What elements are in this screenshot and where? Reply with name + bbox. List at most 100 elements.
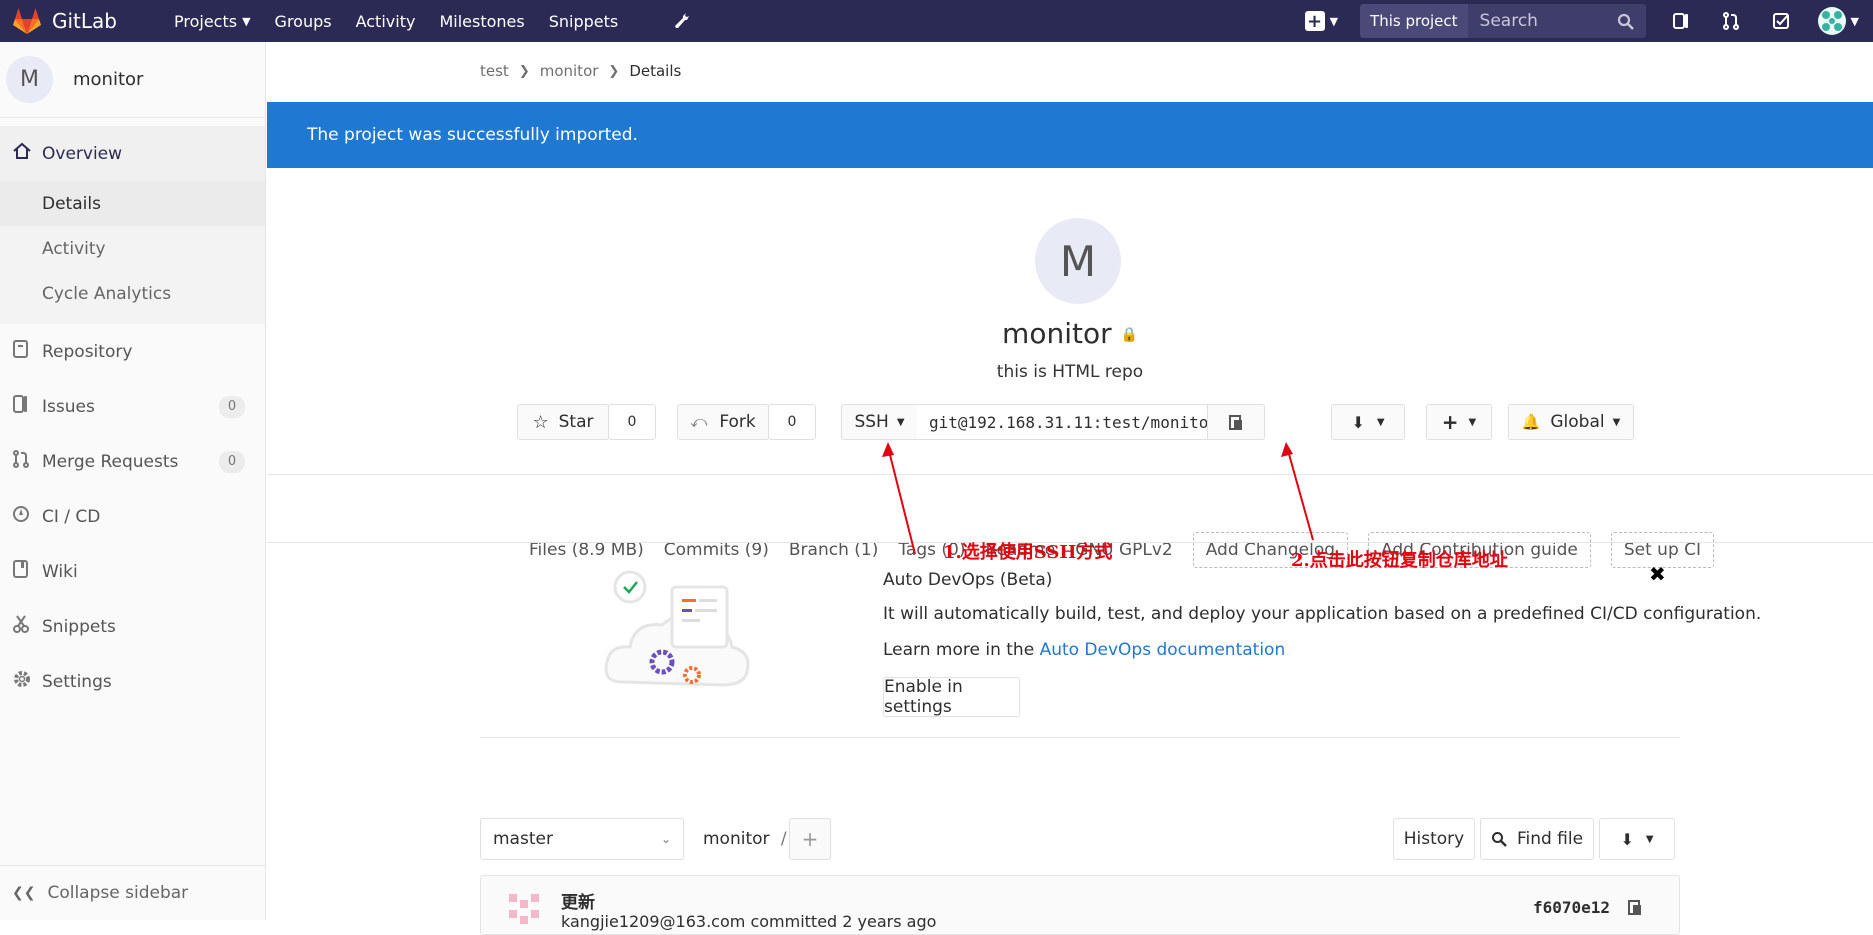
star-icon: ☆ <box>532 411 549 433</box>
star-button[interactable]: ☆ Star <box>517 404 609 440</box>
clone-protocol-dropdown[interactable]: SSH ▼ <box>841 404 918 440</box>
fork-label: Fork <box>719 412 756 432</box>
find-file-label: Find file <box>1516 829 1584 849</box>
sidebar-item-snippets[interactable]: Snippets <box>0 599 265 654</box>
add-dropdown[interactable]: + ▼ <box>1426 404 1492 440</box>
search-input[interactable]: Search <box>1467 4 1646 38</box>
user-menu[interactable]: ▼ <box>1817 7 1859 35</box>
nav-milestones[interactable]: Milestones <box>427 0 536 42</box>
issues-icon <box>12 394 34 419</box>
nav-snippets[interactable]: Snippets <box>537 0 631 42</box>
repo-path: monitor / <box>703 829 787 849</box>
stat-commits[interactable]: Commits (9) <box>664 540 769 560</box>
plus-icon: + <box>1304 11 1325 32</box>
sidebar-item-issues[interactable]: Issues 0 <box>0 379 265 434</box>
chevron-right-icon: ❯ <box>608 63 620 79</box>
merge-request-icon <box>12 449 34 474</box>
new-dropdown-button[interactable]: + ▼ <box>1304 11 1338 32</box>
commit-author[interactable]: kangjie1209@163.com <box>561 912 745 931</box>
lock-icon: 🔒 <box>1120 327 1138 343</box>
breadcrumb-link-test[interactable]: test <box>480 62 509 80</box>
search-placeholder: Search <box>1479 11 1538 31</box>
commit-action: committed <box>750 912 838 931</box>
last-commit-panel: 更新 kangjie1209@163.com committed 2 years… <box>480 875 1680 935</box>
sidebar-item-wiki[interactable]: Wiki <box>0 544 265 599</box>
admin-wrench-icon[interactable] <box>660 0 702 42</box>
sidebar-project-header[interactable]: M monitor <box>0 42 265 118</box>
close-icon[interactable]: ✖ <box>1649 562 1666 586</box>
notification-dropdown[interactable]: 🔔 Global ▼ <box>1508 404 1634 440</box>
branch-selector[interactable]: master ⌄ <box>480 818 684 860</box>
download-icon: ⬇ <box>1351 412 1365 432</box>
auto-devops-title: Auto DevOps (Beta) <box>883 570 1053 590</box>
brand-name: GitLab <box>52 9 117 33</box>
history-button[interactable]: History <box>1393 818 1475 860</box>
search-icon <box>1617 13 1634 30</box>
stat-branch[interactable]: Branch (1) <box>789 540 878 560</box>
sidebar-subitem-cycle-analytics[interactable]: Cycle Analytics <box>0 271 265 316</box>
plus-icon: + <box>801 827 819 851</box>
merge-requests-count-badge: 0 <box>219 450 245 473</box>
project-stats: Files (8.9 MB) Commits (9) Branch (1) Ta… <box>529 532 1734 568</box>
sidebar-item-label: CI / CD <box>42 506 101 527</box>
learn-more-prefix: Learn more in the <box>883 640 1040 660</box>
breadcrumb-current: Details <box>629 62 682 80</box>
commit-message[interactable]: 更新 <box>561 888 595 913</box>
search-scope-badge[interactable]: This project <box>1360 4 1468 38</box>
nav-projects[interactable]: Projects ▼ <box>162 0 263 42</box>
scissors-icon <box>12 614 34 639</box>
sidebar-item-label: Overview <box>42 143 123 164</box>
sidebar-item-settings[interactable]: Settings <box>0 654 265 709</box>
copy-url-button[interactable] <box>1207 404 1265 440</box>
nav-groups[interactable]: Groups <box>263 0 344 42</box>
find-file-button[interactable]: Find file <box>1480 818 1594 860</box>
sidebar-item-label: Repository <box>42 341 133 362</box>
gitlab-logo[interactable]: GitLab <box>12 7 152 35</box>
project-title: monitor 🔒 <box>267 317 1873 350</box>
sidebar-item-overview[interactable]: Overview <box>0 126 265 181</box>
book-icon <box>12 559 34 584</box>
top-navbar: GitLab Projects ▼ Groups Activity Milesto… <box>0 0 1873 42</box>
sidebar-item-merge-requests[interactable]: Merge Requests 0 <box>0 434 265 489</box>
todos-icon[interactable] <box>1768 8 1794 34</box>
repo-download-dropdown[interactable]: ⬇ ▼ <box>1599 818 1675 860</box>
chevron-down-icon: ▼ <box>1850 14 1859 28</box>
repo-path-root[interactable]: monitor <box>703 829 770 849</box>
breadcrumb: test ❯ monitor ❯ Details <box>480 62 681 80</box>
issues-icon[interactable] <box>1668 8 1694 34</box>
auto-devops-illustration <box>602 567 762 707</box>
collapse-sidebar-button[interactable]: ❮❮ Collapse sidebar <box>0 865 266 920</box>
breadcrumb-link-monitor[interactable]: monitor <box>540 62 599 80</box>
enable-in-settings-button[interactable]: Enable in settings <box>883 677 1020 717</box>
sidebar-item-ci-cd[interactable]: CI / CD <box>0 489 265 544</box>
clipboard-icon <box>1229 415 1242 430</box>
nav-activity[interactable]: Activity <box>344 0 428 42</box>
stat-files[interactable]: Files (8.9 MB) <box>529 540 644 560</box>
sidebar-subitem-details[interactable]: Details <box>0 181 265 226</box>
copy-sha-button[interactable] <box>1627 898 1643 921</box>
project-sidebar: M monitor Overview Details Activity Cycl… <box>0 42 266 920</box>
star-count[interactable]: 0 <box>608 404 656 440</box>
sidebar-item-label: Wiki <box>42 561 78 582</box>
caret-down-icon: ▼ <box>1376 416 1385 428</box>
add-to-tree-button[interactable]: + <box>789 818 831 860</box>
gitlab-fox-icon <box>13 8 41 34</box>
project-description: this is HTML repo <box>996 362 1144 382</box>
sidebar-item-repository[interactable]: Repository <box>0 324 265 379</box>
fork-icon: ⤺ <box>690 412 708 431</box>
auto-devops-docs-link[interactable]: Auto DevOps documentation <box>1040 640 1286 660</box>
chevron-down-icon: ▼ <box>242 14 251 28</box>
home-icon <box>12 141 34 166</box>
commit-meta: kangjie1209@163.com committed 2 years ag… <box>561 912 936 931</box>
fork-count[interactable]: 0 <box>768 404 816 440</box>
annotation-select-ssh: 1.选择使用SSH方式 <box>943 542 1113 563</box>
download-dropdown[interactable]: ⬇ ▼ <box>1331 404 1405 440</box>
commit-author-avatar[interactable] <box>503 888 545 930</box>
commit-sha[interactable]: f6070e12 <box>1533 898 1610 917</box>
merge-request-icon[interactable] <box>1718 8 1744 34</box>
sidebar-subitem-activity[interactable]: Activity <box>0 226 265 271</box>
fork-button[interactable]: ⤺ Fork <box>677 404 769 440</box>
clone-url-input[interactable]: git@192.168.31.11:test/monitor <box>917 404 1218 440</box>
sidebar-item-label: Settings <box>42 671 112 692</box>
clipboard-icon <box>1628 900 1641 915</box>
